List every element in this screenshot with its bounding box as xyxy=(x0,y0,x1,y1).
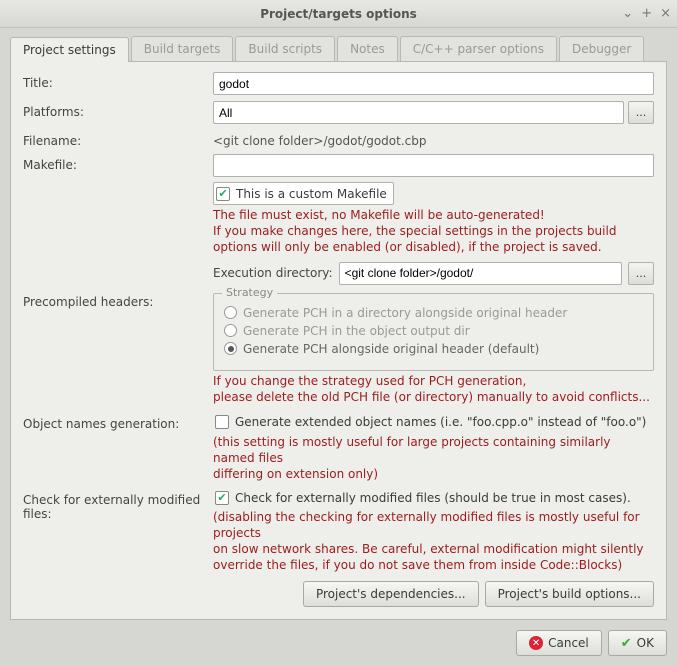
pch-radio-alongside-default[interactable]: Generate PCH alongside original header (… xyxy=(224,342,643,356)
extended-obj-names-label: Generate extended object names (i.e. "fo… xyxy=(235,415,646,429)
makefile-input[interactable] xyxy=(213,154,654,177)
tab-debugger[interactable]: Debugger xyxy=(559,36,644,61)
tab-build-targets[interactable]: Build targets xyxy=(131,36,234,61)
exec-dir-browse-button[interactable]: ... xyxy=(628,262,654,285)
project-build-options-button[interactable]: Project's build options... xyxy=(485,581,654,607)
platforms-label: Platforms: xyxy=(23,101,213,119)
ext-modified-label: Check for externally modified files (sho… xyxy=(235,491,631,505)
strategy-fieldset: Strategy Generate PCH in a directory alo… xyxy=(213,293,654,371)
pch-warning: If you change the strategy used for PCH … xyxy=(213,373,654,405)
ok-icon: ✔ xyxy=(621,636,632,651)
project-settings-panel: Title: Platforms: ... Filename: <git clo… xyxy=(10,62,667,620)
cancel-button[interactable]: ✕ Cancel xyxy=(516,630,602,656)
tab-bar: Project settings Build targets Build scr… xyxy=(10,36,667,62)
pch-label: Precompiled headers: xyxy=(23,291,213,309)
tab-build-scripts[interactable]: Build scripts xyxy=(235,36,335,61)
ok-button[interactable]: ✔ OK xyxy=(608,630,667,656)
obj-warning: (this setting is mostly useful for large… xyxy=(213,434,654,483)
ext-modified-checkbox[interactable]: ✔ Check for externally modified files (s… xyxy=(213,489,637,507)
pch-radio-dir-alongside[interactable]: Generate PCH in a directory alongside or… xyxy=(224,306,643,320)
strategy-legend: Strategy xyxy=(222,286,277,299)
check-icon xyxy=(215,415,229,429)
radio-icon xyxy=(224,342,237,355)
platforms-input[interactable] xyxy=(213,101,624,124)
window-title: Project/targets options xyxy=(260,7,417,21)
obj-names-label: Object names generation: xyxy=(23,413,213,431)
exec-dir-label: Execution directory: xyxy=(213,266,333,280)
window-controls: ⌄ + × xyxy=(622,6,671,21)
exec-dir-input[interactable] xyxy=(339,262,622,285)
maximize-icon[interactable]: + xyxy=(641,6,652,21)
custom-makefile-label: This is a custom Makefile xyxy=(236,187,387,201)
radio-icon xyxy=(224,306,237,319)
filename-value: <git clone folder>/godot/godot.cbp xyxy=(213,130,654,148)
title-label: Title: xyxy=(23,72,213,90)
ext-check-label: Check for externally modified files: xyxy=(23,489,213,521)
platforms-browse-button[interactable]: ... xyxy=(628,101,654,124)
filename-label: Filename: xyxy=(23,130,213,148)
title-input[interactable] xyxy=(213,72,654,95)
tab-cpp-parser[interactable]: C/C++ parser options xyxy=(400,36,557,61)
cancel-icon: ✕ xyxy=(529,636,543,650)
radio-icon xyxy=(224,324,237,337)
extended-obj-names-checkbox[interactable]: Generate extended object names (i.e. "fo… xyxy=(213,413,652,431)
tab-project-settings[interactable]: Project settings xyxy=(10,37,129,62)
custom-makefile-checkbox[interactable]: ✔ This is a custom Makefile xyxy=(213,182,394,205)
titlebar: Project/targets options ⌄ + × xyxy=(0,0,677,28)
project-dependencies-button[interactable]: Project's dependencies... xyxy=(303,581,479,607)
check-icon: ✔ xyxy=(215,491,229,505)
makefile-warning: The file must exist, no Makefile will be… xyxy=(213,207,654,256)
pch-radio-object-output[interactable]: Generate PCH in the object output dir xyxy=(224,324,643,338)
check-icon: ✔ xyxy=(216,187,230,201)
ext-warning: (disabling the checking for externally m… xyxy=(213,509,654,574)
tab-notes[interactable]: Notes xyxy=(337,36,398,61)
close-icon[interactable]: × xyxy=(660,6,671,21)
minimize-icon[interactable]: ⌄ xyxy=(622,6,633,21)
makefile-label: Makefile: xyxy=(23,154,213,172)
